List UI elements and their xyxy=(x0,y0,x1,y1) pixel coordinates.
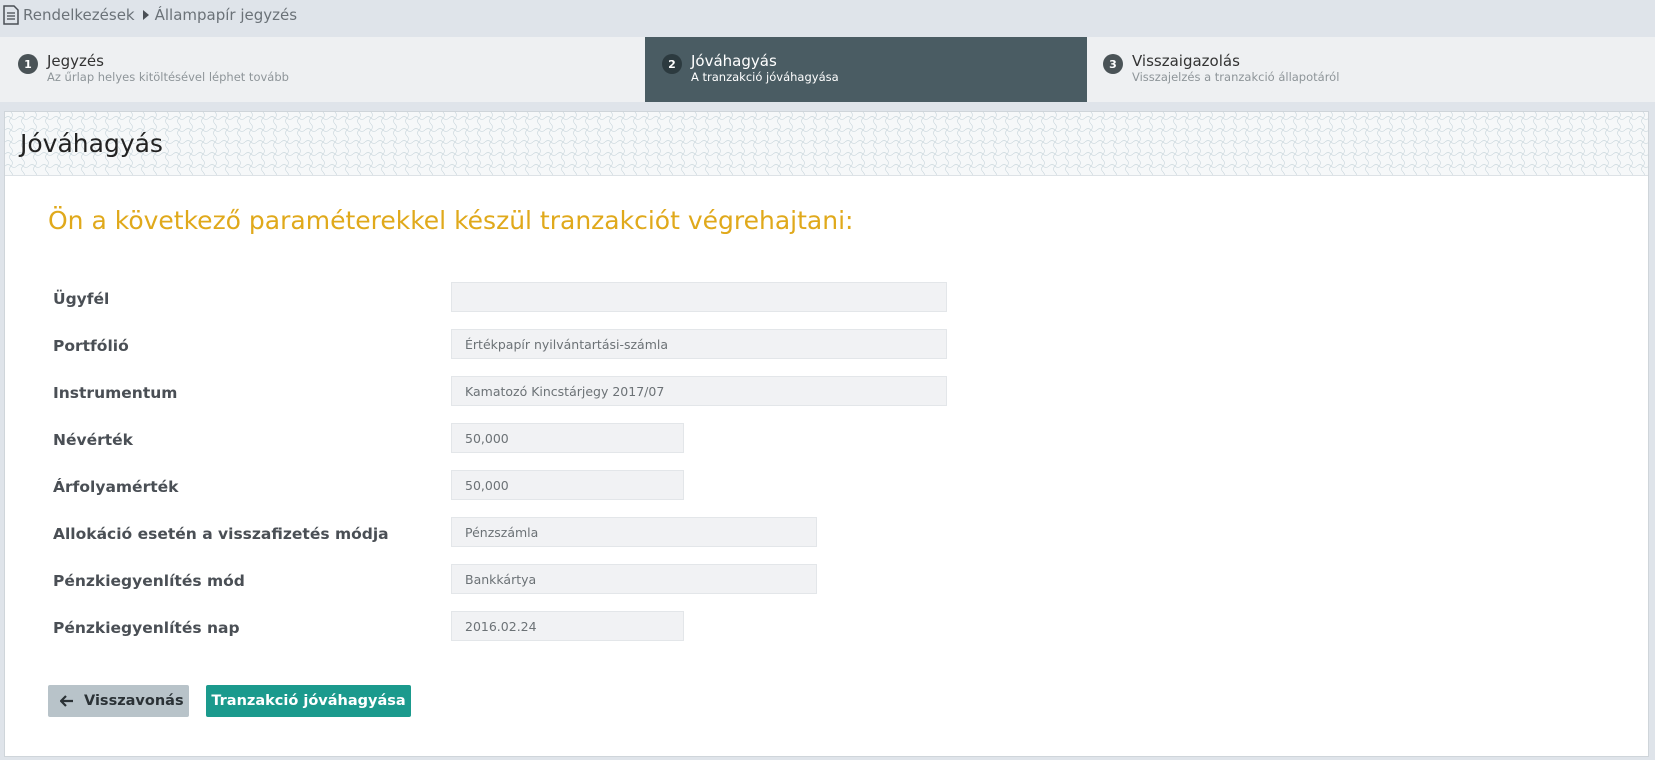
field-label: Portfólió xyxy=(53,337,129,355)
field-row-nevertek: Névérték 50,000 xyxy=(53,423,953,453)
guilloche-pattern xyxy=(5,112,1648,175)
panel-header: Jóváhagyás xyxy=(5,112,1648,176)
step-subtitle: Az űrlap helyes kitöltésével léphet tová… xyxy=(47,70,289,84)
step-visszaigazolas: 3 Visszaigazolás Visszajelzés a tranzakc… xyxy=(1087,37,1655,102)
portfolio-field: Értékpapír nyilvántartási-számla xyxy=(451,329,947,359)
field-row-allokacio: Allokáció esetén a visszafizetés módja P… xyxy=(53,517,953,547)
breadcrumb-item-rendelkezesek[interactable]: Rendelkezések xyxy=(23,6,135,24)
step-title: Jóváhagyás xyxy=(691,52,777,70)
breadcrumb-separator-icon xyxy=(142,10,149,20)
step-number-badge: 3 xyxy=(1103,54,1123,74)
step-subtitle: Visszajelzés a tranzakció állapotáról xyxy=(1132,70,1340,84)
allokacio-field: Pénzszámla xyxy=(451,517,817,547)
arfolyamertek-field: 50,000 xyxy=(451,470,684,500)
field-row-penzkiegyenlites-mod: Pénzkiegyenlítés mód Bankkártya xyxy=(53,564,953,594)
arrow-left-icon xyxy=(60,695,74,707)
document-icon xyxy=(3,5,19,25)
breadcrumb: Rendelkezések Állampapír jegyzés xyxy=(0,0,1655,30)
penzkiegyenlites-mod-field: Bankkártya xyxy=(451,564,817,594)
intro-heading: Ön a következő paraméterekkel készül tra… xyxy=(48,206,854,235)
nevertek-field: 50,000 xyxy=(451,423,684,453)
confirmation-panel: Jóváhagyás Ön a következő paraméterekkel… xyxy=(4,111,1649,757)
step-title: Visszaigazolás xyxy=(1132,52,1240,70)
step-title: Jegyzés xyxy=(47,52,104,70)
confirm-transaction-button[interactable]: Tranzakció jóváhagyása xyxy=(206,685,411,717)
breadcrumb-item-current: Állampapír jegyzés xyxy=(154,6,298,24)
field-row-arfolyamertek: Árfolyamérték 50,000 xyxy=(53,470,953,500)
field-row-portfolio: Portfólió Értékpapír nyilvántartási-szám… xyxy=(53,329,953,359)
page-title: Jóváhagyás xyxy=(20,129,163,158)
step-jegyzes[interactable]: 1 Jegyzés Az űrlap helyes kitöltésével l… xyxy=(0,37,645,102)
field-label: Allokáció esetén a visszafizetés módja xyxy=(53,525,389,543)
field-label: Pénzkiegyenlítés mód xyxy=(53,572,245,590)
wizard-stepper: 1 Jegyzés Az űrlap helyes kitöltésével l… xyxy=(0,37,1655,102)
ugyfel-field xyxy=(451,282,947,312)
step-subtitle: A tranzakció jóváhagyása xyxy=(691,70,839,84)
step-jovahagyas: 2 Jóváhagyás A tranzakció jóváhagyása xyxy=(645,37,1087,102)
field-row-ugyfel: Ügyfél xyxy=(53,282,953,312)
field-label: Instrumentum xyxy=(53,384,178,402)
field-label: Pénzkiegyenlítés nap xyxy=(53,619,240,637)
step-number-badge: 2 xyxy=(662,54,682,74)
field-row-instrumentum: Instrumentum Kamatozó Kincstárjegy 2017/… xyxy=(53,376,953,406)
field-label: Ügyfél xyxy=(53,290,110,308)
cancel-button[interactable]: Visszavonás xyxy=(48,685,189,717)
cancel-button-label: Visszavonás xyxy=(84,693,184,709)
instrumentum-field: Kamatozó Kincstárjegy 2017/07 xyxy=(451,376,947,406)
step-number-badge: 1 xyxy=(18,54,38,74)
field-row-penzkiegyenlites-nap: Pénzkiegyenlítés nap 2016.02.24 xyxy=(53,611,953,641)
field-label: Árfolyamérték xyxy=(53,478,179,496)
penzkiegyenlites-nap-field: 2016.02.24 xyxy=(451,611,684,641)
action-buttons: Visszavonás Tranzakció jóváhagyása xyxy=(48,685,411,717)
field-label: Névérték xyxy=(53,431,133,449)
